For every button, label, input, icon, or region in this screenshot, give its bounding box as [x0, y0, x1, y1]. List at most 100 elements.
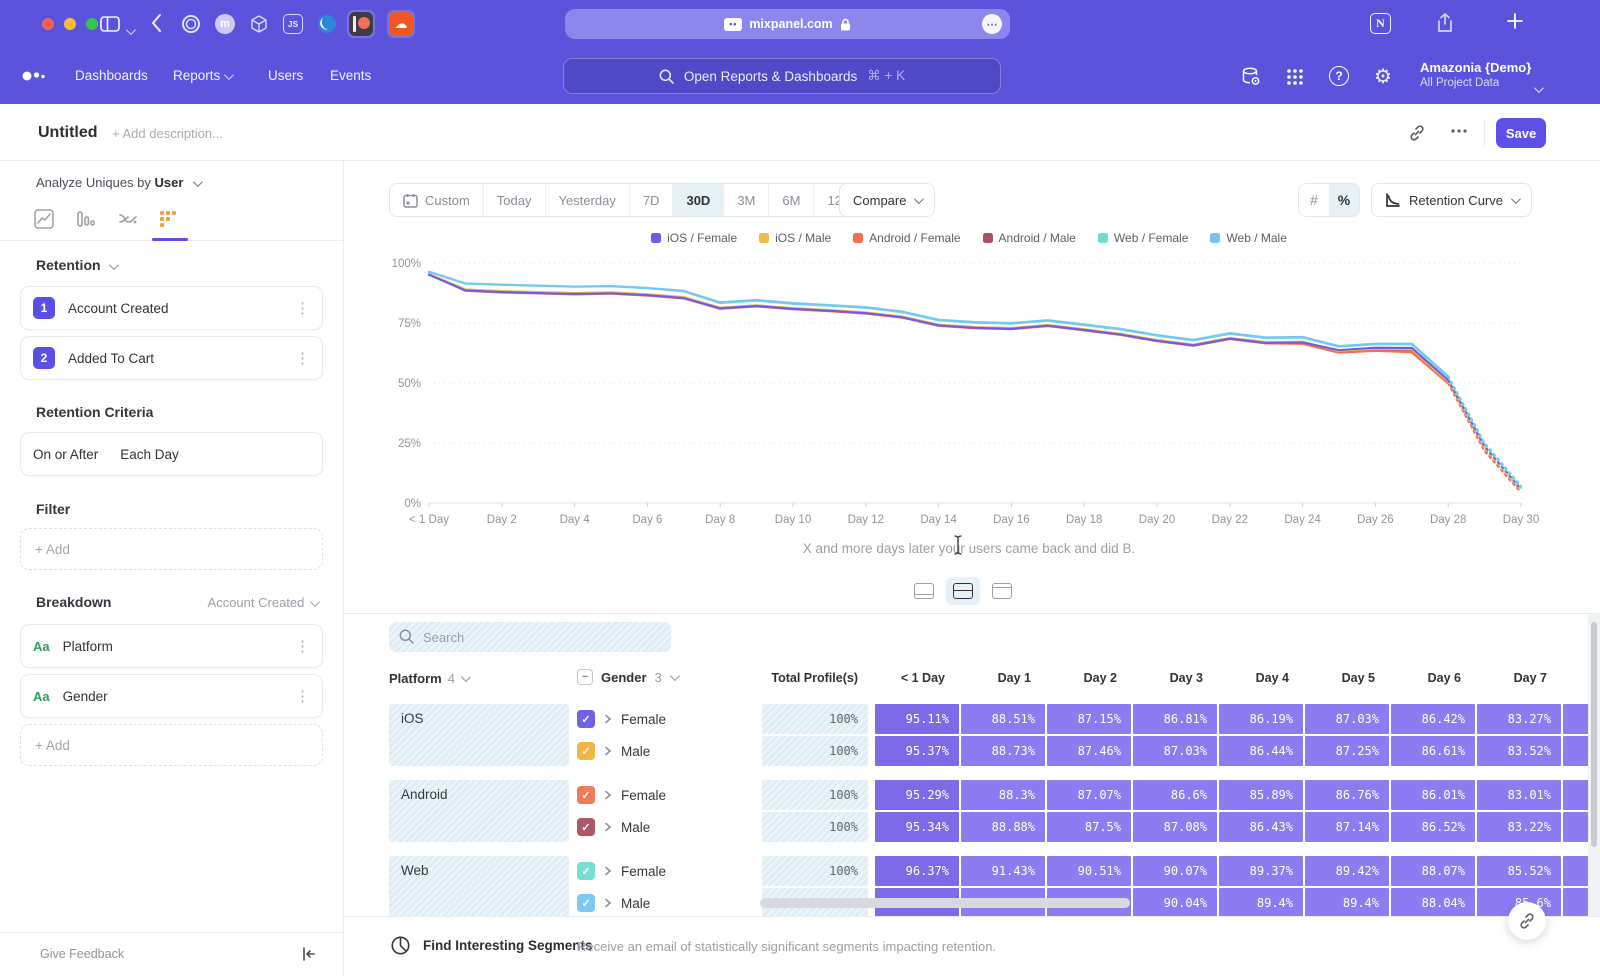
retention-value-cell[interactable]: 83.01%: [1477, 780, 1561, 810]
day-column-header[interactable]: Day 3: [1133, 671, 1217, 685]
legend-item[interactable]: iOS / Male: [759, 231, 831, 245]
layout-split-button[interactable]: [946, 577, 980, 605]
collapse-sidebar-icon[interactable]: [301, 946, 317, 962]
retention-value-cell[interactable]: 83.52%: [1477, 736, 1561, 766]
expand-chevron-icon[interactable]: [604, 746, 612, 756]
retention-value-cell[interactable]: 86.42%: [1391, 704, 1475, 734]
retention-step-card[interactable]: 1 Account Created ⋮: [20, 286, 323, 330]
site-options-icon[interactable]: ⋯: [982, 14, 1002, 34]
table-search-input[interactable]: [389, 622, 671, 652]
cube-extension-icon[interactable]: [245, 10, 273, 38]
breakdown-property-label[interactable]: Platform: [63, 639, 113, 654]
expand-chevron-icon[interactable]: [604, 866, 612, 876]
legend-item[interactable]: iOS / Female: [651, 231, 737, 245]
day-column-header[interactable]: Day 6: [1391, 671, 1475, 685]
retention-value-cell[interactable]: 86.76%: [1305, 780, 1389, 810]
series-checkbox[interactable]: ✓: [577, 862, 595, 880]
series-checkbox[interactable]: ✓: [577, 818, 595, 836]
absolute-format-option[interactable]: #: [1299, 184, 1329, 216]
retention-value-cell[interactable]: 95.34%: [875, 812, 959, 842]
retention-value-cell[interactable]: 96.37%: [875, 856, 959, 886]
kebab-menu-icon[interactable]: ⋮: [295, 301, 310, 316]
patreon-extension-icon[interactable]: [347, 10, 375, 38]
copy-link-icon[interactable]: [1408, 124, 1426, 142]
platform-column-header[interactable]: Platform 4: [389, 671, 468, 686]
breakdown-scope-dropdown[interactable]: Account Created: [208, 595, 317, 610]
gender-cell[interactable]: ✓Male: [577, 736, 762, 766]
retention-value-cell[interactable]: 86.6%: [1133, 780, 1217, 810]
step-event-label[interactable]: Added To Cart: [68, 351, 154, 366]
layout-chart-focus-button[interactable]: [907, 577, 941, 605]
retention-value-cell[interactable]: 88.88%: [961, 812, 1045, 842]
retention-value-cell[interactable]: 89.4%: [1219, 888, 1303, 916]
platform-cell[interactable]: Web: [389, 856, 569, 916]
find-segments-link[interactable]: Find Interesting Segments: [423, 938, 593, 953]
retention-value-cell[interactable]: 91.43%: [961, 856, 1045, 886]
avatar-m-icon[interactable]: m: [211, 10, 239, 38]
retention-value-cell[interactable]: 90.04%: [1133, 888, 1217, 916]
step-event-label[interactable]: Account Created: [68, 301, 169, 316]
series-checkbox[interactable]: ✓: [577, 786, 595, 804]
kebab-menu-icon[interactable]: ⋮: [295, 689, 310, 704]
report-title[interactable]: Untitled: [38, 124, 98, 142]
retention-value-cell[interactable]: 86.43%: [1219, 812, 1303, 842]
series-checkbox[interactable]: ✓: [577, 710, 595, 728]
retention-value-cell[interactable]: 87.46%: [1047, 736, 1131, 766]
day-column-header[interactable]: Day 1: [961, 671, 1045, 685]
expand-chevron-icon[interactable]: [604, 714, 612, 724]
kebab-menu-icon[interactable]: ⋮: [295, 639, 310, 654]
range-6m[interactable]: 6M: [769, 184, 814, 216]
gender-cell[interactable]: ✓Female: [577, 780, 762, 810]
day-column-header[interactable]: Day 4: [1219, 671, 1303, 685]
retention-chart[interactable]: 0%25%50%75%100%< 1 DayDay 2Day 4Day 6Day…: [389, 253, 1549, 533]
breakdown-property-label[interactable]: Gender: [63, 689, 108, 704]
retention-value-cell[interactable]: 87.15%: [1047, 704, 1131, 734]
globe-extension-icon[interactable]: [313, 10, 341, 38]
gender-cell[interactable]: ✓Male: [577, 888, 762, 916]
vertical-scrollbar-thumb[interactable]: [1591, 622, 1597, 847]
range-3m[interactable]: 3M: [724, 184, 769, 216]
retention-value-cell[interactable]: 95.29%: [875, 780, 959, 810]
retention-value-cell[interactable]: 88.3%: [961, 780, 1045, 810]
save-button[interactable]: Save: [1496, 118, 1546, 148]
horizontal-scrollbar-thumb[interactable]: [760, 898, 1130, 908]
expand-chevron-icon[interactable]: [604, 790, 612, 800]
layout-table-focus-button[interactable]: [985, 577, 1019, 605]
expand-chevron-icon[interactable]: [604, 822, 612, 832]
breakdown-card[interactable]: Aa Platform ⋮: [20, 624, 323, 668]
legend-item[interactable]: Android / Female: [853, 231, 960, 245]
retention-value-cell[interactable]: 86.44%: [1219, 736, 1303, 766]
series-checkbox[interactable]: ✓: [577, 742, 595, 760]
soundcloud-extension-icon[interactable]: ☁: [387, 10, 415, 38]
retention-value-cell[interactable]: 87.07%: [1047, 780, 1131, 810]
day-column-header[interactable]: Day 7: [1477, 671, 1561, 685]
tab-insights-icon[interactable]: [34, 209, 56, 231]
analyze-uniques-row[interactable]: Analyze Uniques by User: [36, 175, 200, 190]
retention-value-cell[interactable]: 95.11%: [875, 704, 959, 734]
ring-extension-icon[interactable]: [177, 10, 205, 38]
vertical-scrollbar[interactable]: [1588, 614, 1600, 916]
series-checkbox[interactable]: ✓: [577, 894, 595, 912]
apps-grid-icon[interactable]: [1285, 67, 1305, 87]
retention-value-cell[interactable]: 87.14%: [1305, 812, 1389, 842]
retention-value-cell[interactable]: 95.37%: [875, 736, 959, 766]
retention-step-card[interactable]: 2 Added To Cart ⋮: [20, 336, 323, 380]
project-switcher[interactable]: Amazonia {Demo} All Project Data: [1420, 60, 1531, 89]
nav-events[interactable]: Events: [330, 68, 371, 83]
range-today[interactable]: Today: [484, 184, 546, 216]
retention-value-cell[interactable]: 88.07%: [1391, 856, 1475, 886]
range-30d[interactable]: 30D: [673, 184, 724, 216]
add-filter-button[interactable]: + Add: [20, 528, 323, 570]
share-icon[interactable]: [1436, 13, 1454, 33]
more-options-icon[interactable]: [1450, 128, 1468, 134]
retention-value-cell[interactable]: 89.42%: [1305, 856, 1389, 886]
criteria-interval[interactable]: Each Day: [120, 447, 179, 462]
js-extension-icon[interactable]: JS: [279, 10, 307, 38]
platform-cell[interactable]: Android: [389, 780, 569, 842]
gender-cell[interactable]: ✓Female: [577, 704, 762, 734]
back-icon[interactable]: [150, 13, 162, 33]
chevron-down-icon[interactable]: [126, 22, 133, 40]
total-profiles-header[interactable]: Total Profile(s): [762, 671, 868, 685]
retention-value-cell[interactable]: 86.19%: [1219, 704, 1303, 734]
day-column-header[interactable]: Day 5: [1305, 671, 1389, 685]
